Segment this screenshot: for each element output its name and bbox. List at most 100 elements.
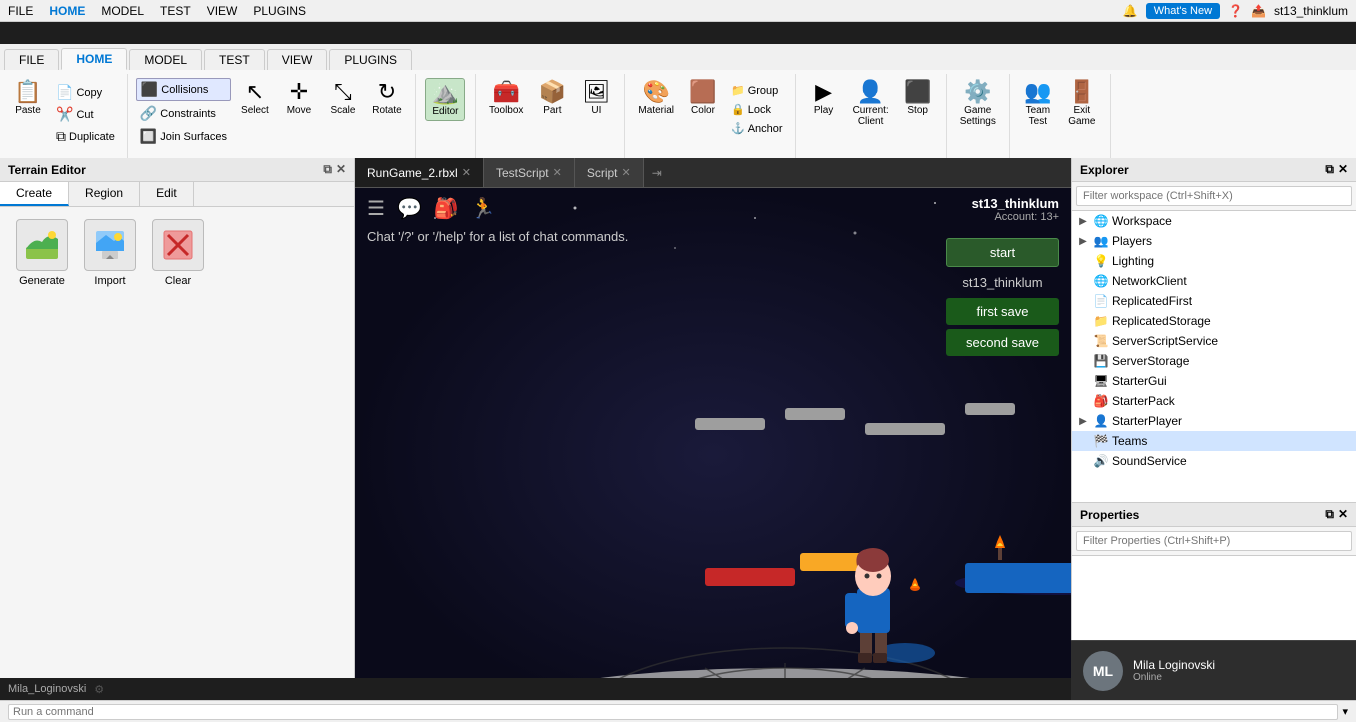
doc-tab-testscript[interactable]: TestScript ✕ — [484, 158, 575, 187]
tab-test[interactable]: TEST — [204, 49, 265, 70]
join-surfaces-label: Join Surfaces — [160, 131, 227, 143]
current-client-button[interactable]: 👤 Current: Client — [848, 78, 894, 130]
menu-test[interactable]: TEST — [160, 4, 191, 18]
properties-close-btn[interactable]: ✕ — [1338, 507, 1348, 522]
import-tool[interactable]: Import — [84, 219, 136, 287]
tab-home[interactable]: HOME — [61, 48, 127, 70]
part-button[interactable]: 📦 Part — [532, 78, 572, 119]
backpack-icon[interactable]: 🎒 — [434, 196, 459, 221]
settings-icon: ⚙️ — [964, 81, 991, 103]
terrain-tabs: Create Region Edit — [0, 182, 354, 207]
tree-item-serverscriptservice[interactable]: ▶ 📜 ServerScriptService — [1072, 331, 1356, 351]
menu-home[interactable]: HOME — [49, 4, 85, 18]
explorer-search-input[interactable] — [1076, 186, 1352, 206]
tree-item-soundservice[interactable]: ▶ 🔊 SoundService — [1072, 451, 1356, 471]
duplicate-button[interactable]: ⧉ Duplicate — [52, 126, 119, 147]
import-label: Import — [94, 275, 125, 287]
hamburger-icon[interactable]: ☰ — [367, 196, 385, 221]
starterpack-arrow: ▶ — [1076, 396, 1090, 407]
tree-item-replicatedstorage[interactable]: ▶ 📁 ReplicatedStorage — [1072, 311, 1356, 331]
user-menu[interactable]: st13_thinklum — [1274, 4, 1348, 18]
lock-button[interactable]: 🔒 Lock — [727, 101, 787, 118]
lighting-arrow: ▶ — [1076, 256, 1090, 267]
scale-button[interactable]: ⤡ Scale — [323, 78, 363, 147]
constraints-button[interactable]: 🔗 Constraints — [136, 103, 231, 124]
expand-tabs-btn[interactable]: ⇥ — [648, 162, 666, 184]
join-surfaces-button[interactable]: 🔲 Join Surfaces — [136, 126, 231, 147]
tab-view[interactable]: VIEW — [267, 49, 328, 70]
doc-tab-rungame-close[interactable]: ✕ — [462, 166, 471, 179]
rotate-button[interactable]: ↻ Rotate — [367, 78, 407, 147]
properties-search-input[interactable] — [1076, 531, 1352, 551]
terrain-tab-edit[interactable]: Edit — [140, 182, 194, 206]
play-icon: ▶ — [815, 81, 832, 103]
character-icon[interactable]: 🏃 — [471, 196, 496, 221]
terrain-tab-region[interactable]: Region — [69, 182, 140, 206]
user-panel: st13_thinklum Account: 13+ — [960, 188, 1071, 231]
clear-tool[interactable]: Clear — [152, 219, 204, 287]
menu-file[interactable]: FILE — [8, 4, 33, 18]
terrain-editor-float-btn[interactable]: ⧉ — [323, 162, 332, 177]
tree-item-starterpack[interactable]: ▶ 🎒 StarterPack — [1072, 391, 1356, 411]
select-button[interactable]: ↖ Select — [235, 78, 275, 147]
doc-tab-rungame[interactable]: RunGame_2.rbxl ✕ — [355, 158, 484, 187]
collisions-button[interactable]: ⬛ Collisions — [136, 78, 231, 101]
tree-item-replicatedfirst[interactable]: ▶ 📄 ReplicatedFirst — [1072, 291, 1356, 311]
command-input[interactable] — [8, 704, 1338, 720]
tree-item-networkclient[interactable]: ▶ 🌐 NetworkClient — [1072, 271, 1356, 291]
tree-item-serverstorage[interactable]: ▶ 💾 ServerStorage — [1072, 351, 1356, 371]
cmd-dropdown-arrow[interactable]: ▾ — [1342, 705, 1348, 718]
menu-plugins[interactable]: PLUGINS — [253, 4, 306, 18]
doc-tab-script[interactable]: Script ✕ — [575, 158, 644, 187]
menu-view[interactable]: VIEW — [207, 4, 238, 18]
terrain-editor-close-btn[interactable]: ✕ — [336, 162, 346, 177]
generate-tool[interactable]: Generate — [16, 219, 68, 287]
start-button[interactable]: start — [946, 238, 1059, 267]
serverstorage-label: ServerStorage — [1112, 354, 1352, 368]
second-save-button[interactable]: second save — [946, 329, 1059, 356]
tree-item-lighting[interactable]: ▶ 💡 Lighting — [1072, 251, 1356, 271]
cut-button[interactable]: ✂️ Cut — [52, 104, 119, 125]
game-settings-button[interactable]: ⚙️ Game Settings — [955, 78, 1001, 130]
explorer-close-btn[interactable]: ✕ — [1338, 162, 1348, 177]
toolbox-button[interactable]: 🧰 Toolbox — [484, 78, 528, 119]
ui-button[interactable]: 🖼 UI — [576, 78, 616, 119]
copy-button[interactable]: 📄 Copy — [52, 82, 119, 103]
doc-tab-script-close[interactable]: ✕ — [622, 166, 631, 179]
menu-model[interactable]: MODEL — [101, 4, 144, 18]
terrain-tab-create[interactable]: Create — [0, 182, 69, 206]
editor-button[interactable]: ⛰️ Editor — [425, 78, 465, 121]
stop-button[interactable]: ⬛ Stop — [898, 78, 938, 119]
team-test-button[interactable]: 👥 Team Test — [1018, 78, 1058, 130]
group-button[interactable]: 📁 Group — [727, 82, 787, 99]
tab-model[interactable]: MODEL — [129, 49, 202, 70]
tree-item-teams[interactable]: ▶ 🏁 Teams — [1072, 431, 1356, 451]
scale-label: Scale — [330, 105, 355, 116]
bottom-user-settings[interactable]: ⚙ — [94, 683, 104, 696]
tree-item-players[interactable]: ▶ 👥 Players — [1072, 231, 1356, 251]
move-button[interactable]: ✛ Move — [279, 78, 319, 147]
first-save-button[interactable]: first save — [946, 298, 1059, 325]
properties-float-btn[interactable]: ⧉ — [1325, 507, 1334, 522]
tree-item-workspace[interactable]: ▶ 🌐 Workspace — [1072, 211, 1356, 231]
anchor-button[interactable]: ⚓ Anchor — [727, 120, 787, 137]
paste-button[interactable]: 📋 Paste — [8, 78, 48, 147]
doc-tab-testscript-close[interactable]: ✕ — [553, 166, 562, 179]
soundservice-icon: 🔊 — [1093, 453, 1109, 469]
explorer-float-btn[interactable]: ⧉ — [1325, 162, 1334, 177]
tree-item-startergui[interactable]: ▶ 🖥 StarterGui — [1072, 371, 1356, 391]
duplicate-label: Duplicate — [69, 131, 115, 143]
tree-item-starterplayer[interactable]: ▶ 👤 StarterPlayer — [1072, 411, 1356, 431]
user-info: Mila Loginovski Online — [1133, 658, 1215, 683]
editor-label: Editor — [432, 106, 458, 117]
exit-game-button[interactable]: 🚪 Exit Game — [1062, 78, 1102, 130]
chat-bubble-icon[interactable]: 💬 — [397, 196, 422, 221]
tab-plugins[interactable]: PLUGINS — [329, 49, 412, 70]
material-button[interactable]: 🎨 Material — [633, 78, 679, 119]
play-button[interactable]: ▶ Play — [804, 78, 844, 119]
color-button[interactable]: 🟫 Color — [683, 78, 723, 119]
tab-file[interactable]: FILE — [4, 49, 59, 70]
whats-new-button[interactable]: What's New — [1146, 3, 1220, 19]
doc-tab-rungame-label: RunGame_2.rbxl — [367, 166, 458, 180]
game-scene[interactable]: ☰ 💬 🎒 🏃 Chat '/?' or '/help' for a list … — [355, 188, 1071, 722]
